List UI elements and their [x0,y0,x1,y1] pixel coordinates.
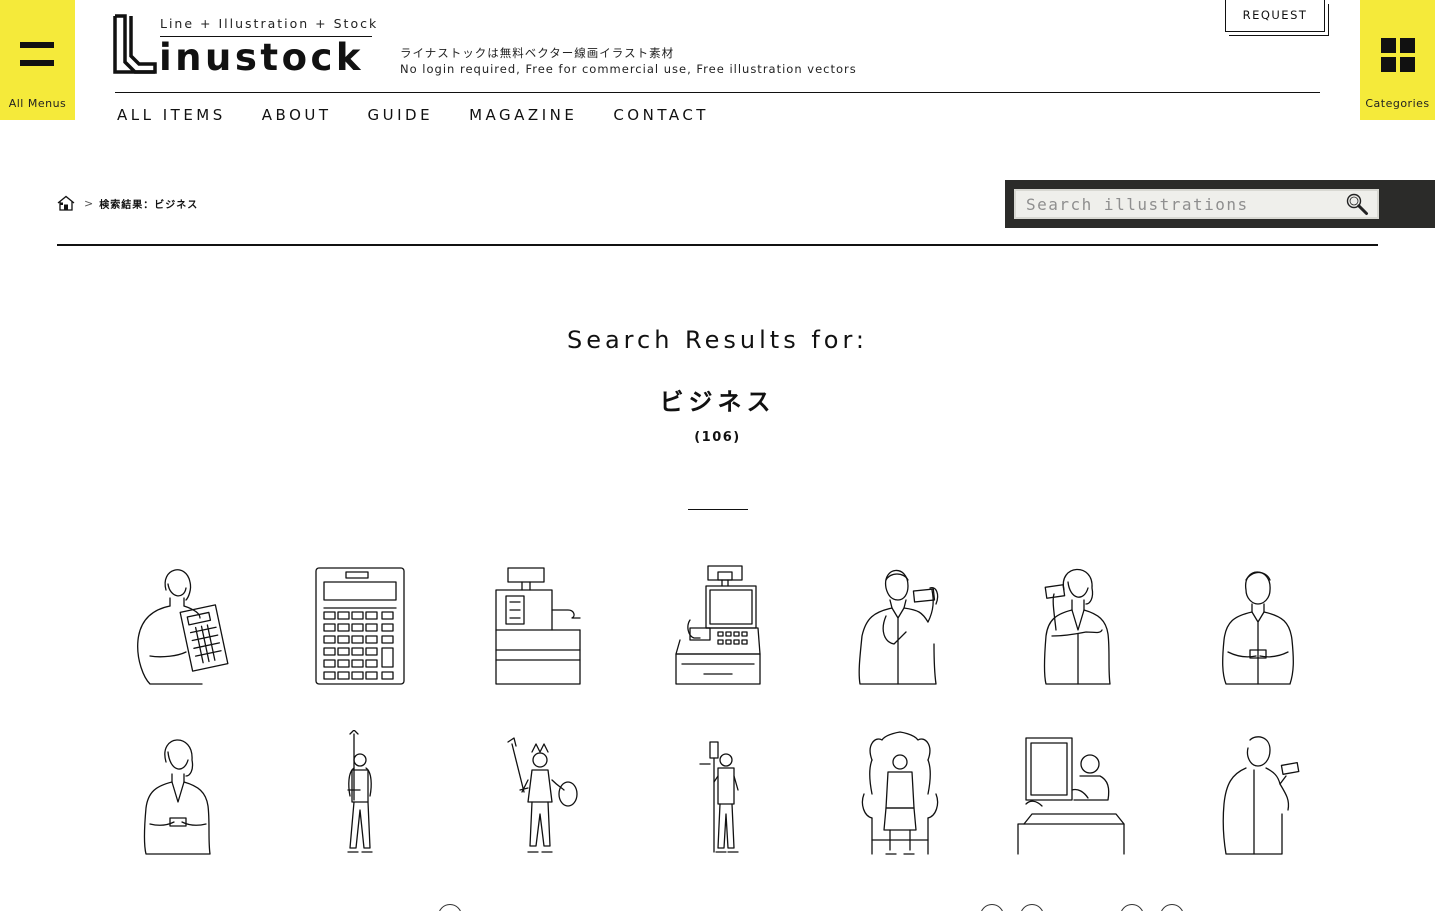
nav-all-items[interactable]: ALL ITEMS [117,106,226,124]
logo-wordmark: inustock [159,36,365,79]
logo-l-mark [113,14,157,74]
illustration-item[interactable] [450,730,630,860]
site-description-en: No login required, Free for commercial u… [400,62,857,76]
businessman-with-frame-icon [1017,737,1125,855]
pagination-dot [980,904,1004,911]
menu-icon [20,42,54,66]
businesswoman-warrior-icon [507,737,578,853]
cash-register-icon [495,567,581,685]
illustration-item[interactable] [1170,730,1350,860]
home-icon[interactable] [57,195,75,211]
woman-with-calculator-icon [137,569,229,685]
calculator-icon [315,567,405,685]
illustration-item[interactable] [90,560,270,690]
illustration-item[interactable] [810,560,990,690]
illustration-item[interactable] [270,730,450,860]
search-icon[interactable] [1345,192,1369,216]
illustration-item[interactable] [990,560,1170,690]
businesswoman-holding-card-icon [143,739,211,855]
illustration-item[interactable] [90,730,270,860]
businessman-holding-card-icon [1222,571,1294,685]
illustration-item[interactable] [1170,560,1350,690]
grid-icon [1381,38,1415,72]
illustration-item[interactable] [450,560,630,690]
results-term: ビジネス [659,388,776,416]
logo-tagline: Line + Illustration + Stock [160,16,379,31]
pagination-dot [1020,904,1044,911]
businessman-on-throne-icon [861,731,939,855]
categories-label: Categories [1365,97,1430,110]
breadcrumb: > 検索結果：ビジネス [57,195,198,211]
illustration-item[interactable] [990,730,1170,860]
all-menus-label: All Menus [8,97,67,110]
illustration-item[interactable] [270,560,450,690]
main-nav: ALL ITEMS ABOUT GUIDE MAGAZINE CONTACT [117,106,745,124]
businesswoman-showing-card-icon [1043,568,1111,685]
pagination-dot [438,904,462,911]
header-divider [115,92,1320,93]
site-logo[interactable]: Line + Illustration + Stock inustock [113,14,379,79]
businessman-with-phone-icon [1222,736,1300,855]
categories-button[interactable]: Categories [1360,0,1435,120]
all-menus-button[interactable]: All Menus [0,0,75,120]
content-divider [57,244,1378,246]
businessman-showing-card-icon [858,569,939,685]
site-description: ライナストックは無料ベクター線画イラスト素材 No login required… [400,45,857,77]
search-input[interactable] [1014,189,1379,219]
breadcrumb-current: 検索結果：ビジネス [99,199,199,211]
results-title: Search Results for: [566,326,869,354]
results-count: (106) [694,430,741,445]
illustration-item[interactable] [630,560,810,690]
nav-guide[interactable]: GUIDE [368,106,434,124]
breadcrumb-separator: > [84,196,94,210]
nav-about[interactable]: ABOUT [262,106,332,124]
businessman-with-sword-icon [347,730,373,853]
pos-register-icon [675,565,761,685]
pagination-dot [1160,904,1184,911]
nav-magazine[interactable]: MAGAZINE [469,106,577,124]
illustration-item[interactable] [630,730,810,860]
illustration-item[interactable] [810,730,990,860]
pagination-dot [1120,904,1144,911]
request-button[interactable]: REQUEST [1225,0,1325,32]
search-box [1005,180,1435,228]
results-divider [688,509,748,510]
site-description-ja: ライナストックは無料ベクター線画イラスト素材 [400,46,675,60]
businessman-with-staff-icon [699,741,739,853]
nav-contact[interactable]: CONTACT [613,106,709,124]
